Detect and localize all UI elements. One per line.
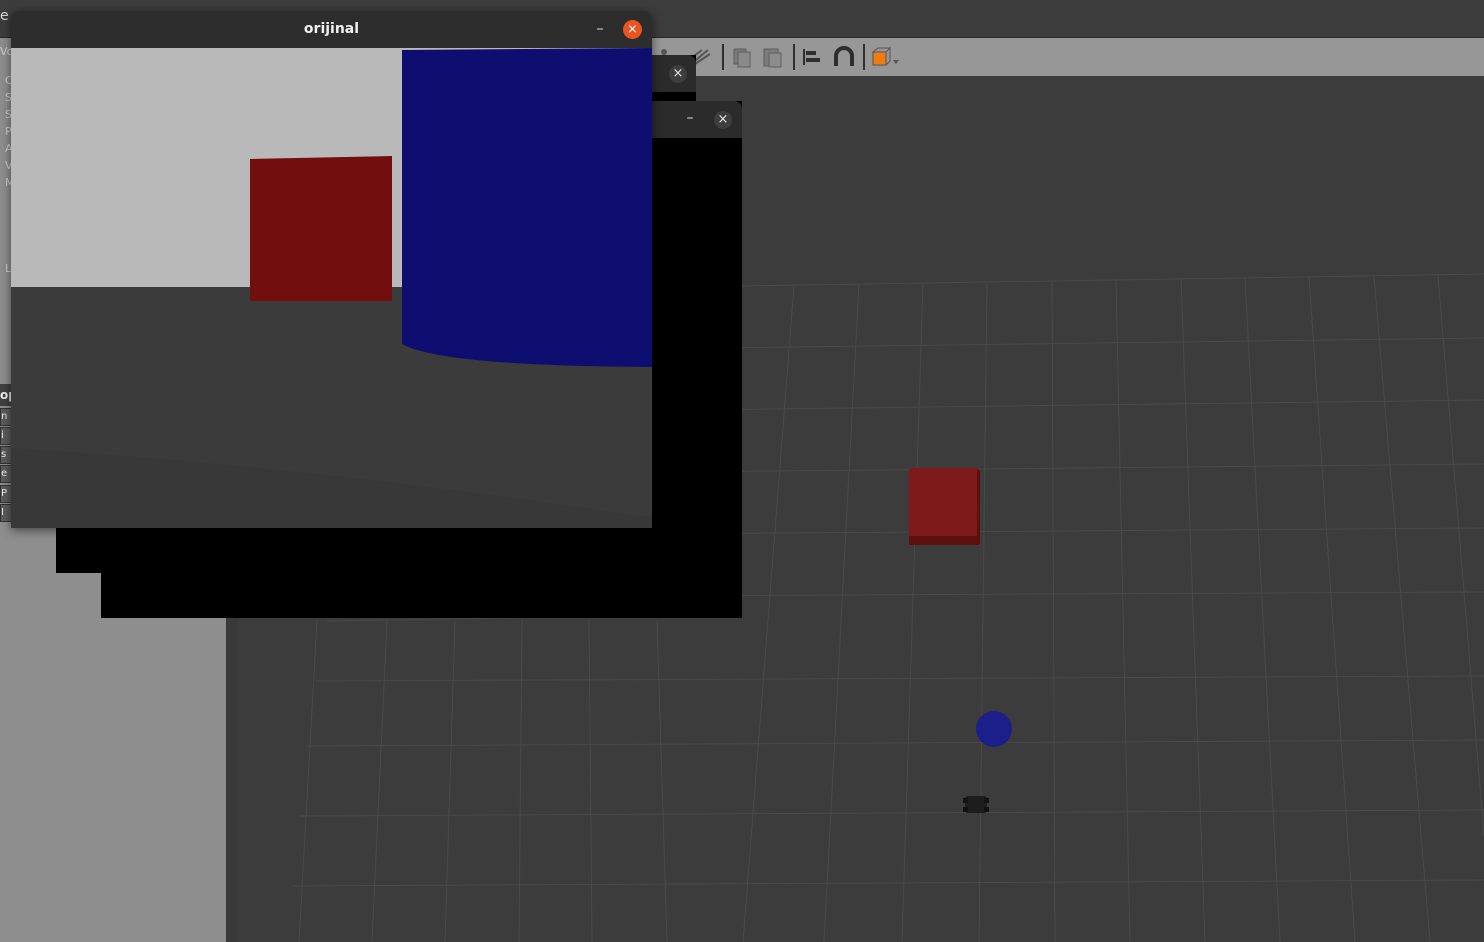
- close-icon[interactable]: ×: [623, 20, 642, 39]
- minimize-icon[interactable]: –: [683, 111, 697, 127]
- close-icon[interactable]: ×: [669, 65, 687, 83]
- scene-toolbar: [652, 38, 1484, 77]
- minimize-icon[interactable]: –: [593, 22, 607, 36]
- toolbar-separator: [793, 44, 795, 70]
- view-angle-icon[interactable]: [870, 46, 899, 68]
- camera-image: [11, 48, 652, 528]
- camera-image-canvas: [11, 48, 652, 528]
- toolbar-separator: [863, 44, 865, 70]
- window-title-bar[interactable]: orijinal – ×: [11, 11, 652, 48]
- red-box-object[interactable]: [909, 468, 980, 545]
- robot-object[interactable]: [963, 796, 989, 813]
- copy-icon[interactable]: [730, 46, 754, 68]
- snap-icon[interactable]: [832, 46, 856, 68]
- window-title: orijinal: [303, 21, 360, 37]
- image-window-orijinal[interactable]: orijinal – ×: [11, 11, 652, 528]
- menu-fragment[interactable]: e: [0, 8, 9, 24]
- paste-icon[interactable]: [760, 46, 784, 68]
- toolbar-separator: [722, 44, 724, 70]
- red-box-view: [250, 156, 392, 301]
- blue-cylinder-view: [402, 48, 652, 367]
- blue-cylinder-object[interactable]: [976, 711, 1012, 747]
- close-icon[interactable]: ×: [714, 111, 732, 129]
- align-icon[interactable]: [800, 46, 824, 68]
